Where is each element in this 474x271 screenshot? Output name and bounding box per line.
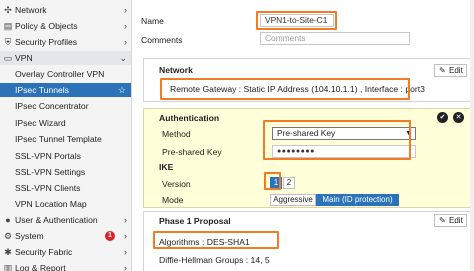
- check-icon[interactable]: ✔: [437, 112, 448, 123]
- star-icon[interactable]: ☆: [118, 83, 126, 97]
- shield-icon: ⛨: [4, 37, 12, 47]
- cancel-icon[interactable]: ✕: [453, 112, 464, 123]
- pencil-icon: ✎: [439, 66, 446, 75]
- sidebar-item-user-authentication[interactable]: ● User & Authentication ›: [0, 213, 131, 227]
- version-option-2[interactable]: 2: [283, 177, 295, 189]
- sidebar-subitem-ssl-vpn-settings[interactable]: SSL-VPN Settings: [0, 165, 131, 179]
- vpn-icon: ▭: [3, 53, 13, 63]
- name-label: Name: [141, 16, 164, 26]
- network-icon: ✣: [4, 5, 12, 15]
- ike-title: IKE: [159, 162, 174, 172]
- user-icon: ●: [5, 215, 11, 225]
- network-title: Network: [159, 65, 193, 75]
- policy-icon: ▤: [3, 21, 13, 31]
- version-highlight: [264, 172, 281, 190]
- sidebar-item-vpn[interactable]: ▭ VPN ⌄: [0, 51, 131, 65]
- edit-label: Edit: [449, 66, 463, 75]
- chevron-right-icon: ›: [124, 247, 127, 257]
- sidebar-subitem-ipsec-tunnel-template[interactable]: IPsec Tunnel Template: [0, 132, 131, 146]
- phase1-title: Phase 1 Proposal: [159, 216, 231, 226]
- sidebar-item-label: Network: [15, 5, 47, 15]
- psk-label: Pre-shared Key: [162, 147, 222, 157]
- sidebar-item-log-report[interactable]: ▥ Log & Report ›: [0, 261, 131, 271]
- sidebar-item-system[interactable]: ⚙ System 1 ›: [0, 229, 131, 243]
- main-panel: Name VPN1-to-Site-C1 Comments Comments N…: [133, 0, 474, 271]
- scrollbar[interactable]: [470, 0, 474, 271]
- name-highlight: [256, 11, 337, 30]
- method-label: Method: [162, 129, 191, 139]
- algorithms-highlight: [153, 231, 279, 249]
- sidebar-item-label: Security Profiles: [15, 37, 78, 47]
- sidebar-item-policy-objects[interactable]: ▤ Policy & Objects ›: [0, 19, 131, 33]
- sidebar-subitem-ssl-vpn-portals[interactable]: SSL-VPN Portals: [0, 149, 131, 163]
- sidebar-subitem-label: IPsec Tunnels: [15, 85, 69, 95]
- phase1-dh-groups: Diffie-Hellman Groups : 14, 5: [159, 255, 270, 265]
- version-label: Version: [162, 179, 191, 189]
- mode-option-main[interactable]: Main (ID protection): [316, 194, 399, 206]
- sidebar-item-label: System: [15, 231, 44, 241]
- sidebar-subitem-ssl-vpn-clients[interactable]: SSL-VPN Clients: [0, 181, 131, 195]
- sidebar-item-label: Policy & Objects: [15, 21, 78, 31]
- sidebar-subitem-ipsec-tunnels[interactable]: IPsec Tunnels ☆: [0, 83, 131, 97]
- edit-label: Edit: [449, 216, 463, 225]
- chevron-right-icon: ›: [124, 37, 127, 47]
- pencil-icon: ✎: [439, 216, 446, 225]
- chevron-down-icon: ⌄: [119, 53, 127, 63]
- chevron-right-icon: ›: [124, 21, 127, 31]
- chevron-right-icon: ›: [124, 5, 127, 15]
- sidebar-subitem-ipsec-wizard[interactable]: IPsec Wizard: [0, 116, 131, 130]
- comments-input[interactable]: Comments: [260, 32, 410, 45]
- sidebar-item-label: VPN: [15, 53, 33, 63]
- sidebar-subitem-ipsec-concentrator[interactable]: IPsec Concentrator: [0, 99, 131, 113]
- auth-highlight: [263, 120, 411, 160]
- sidebar-item-security-fabric[interactable]: ✱ Security Fabric ›: [0, 245, 131, 259]
- authentication-title: Authentication: [159, 113, 220, 123]
- sidebar: ✣ Network › ▤ Policy & Objects › ⛨ Secur…: [0, 0, 132, 271]
- sidebar-subitem-vpn-location-map[interactable]: VPN Location Map: [0, 197, 131, 211]
- chevron-right-icon: ›: [124, 263, 127, 271]
- sidebar-subitem-overlay-controller-vpn[interactable]: Overlay Controller VPN: [0, 67, 131, 81]
- mode-label: Mode: [162, 195, 184, 205]
- comments-label: Comments: [141, 35, 183, 45]
- gear-icon: ⚙: [3, 231, 13, 241]
- fabric-icon: ✱: [4, 247, 12, 257]
- sidebar-item-label: Log & Report: [15, 263, 66, 271]
- sidebar-item-label: Security Fabric: [15, 247, 73, 257]
- log-icon: ▥: [3, 263, 13, 271]
- sidebar-item-network[interactable]: ✣ Network ›: [0, 3, 131, 17]
- network-edit-button[interactable]: ✎ Edit: [434, 64, 467, 77]
- chevron-right-icon: ›: [124, 215, 127, 225]
- sidebar-item-security-profiles[interactable]: ⛨ Security Profiles ›: [0, 35, 131, 49]
- notification-badge: 1: [105, 231, 115, 241]
- chevron-right-icon: ›: [124, 231, 127, 241]
- network-highlight: [160, 78, 410, 100]
- sidebar-item-label: User & Authentication: [15, 215, 98, 225]
- phase1-edit-button[interactable]: ✎ Edit: [434, 214, 467, 227]
- mode-option-aggressive[interactable]: Aggressive: [270, 194, 316, 206]
